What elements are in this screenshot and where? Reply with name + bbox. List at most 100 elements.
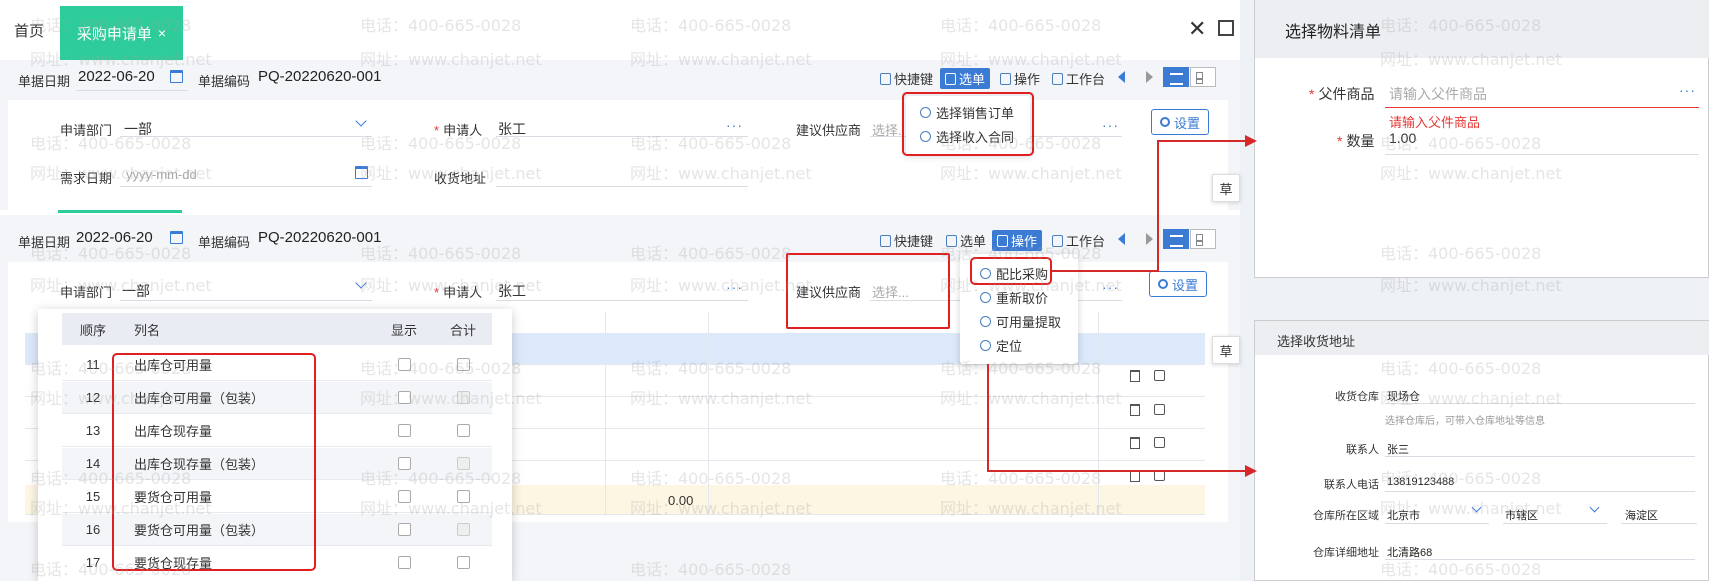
- toolbar-workbench[interactable]: 工作台: [1052, 69, 1105, 88]
- copy-icon[interactable]: [1154, 404, 1165, 415]
- date-value[interactable]: 2022-06-20: [76, 229, 153, 246]
- chevron-down-icon[interactable]: [1471, 502, 1482, 513]
- dept-value[interactable]: 一部: [122, 281, 150, 301]
- sum-checkbox[interactable]: [456, 555, 470, 569]
- trash-icon[interactable]: [1130, 370, 1140, 382]
- window-close-icon[interactable]: ✕: [1188, 16, 1206, 42]
- more-icon[interactable]: ···: [726, 117, 743, 133]
- show-checkbox[interactable]: [397, 523, 411, 536]
- applicant-label: * 申请人: [434, 285, 483, 300]
- column-row[interactable]: 16 要货仓可用量（包装）: [62, 514, 492, 546]
- gear-icon: [1159, 117, 1170, 127]
- workbench-icon: [1052, 234, 1063, 247]
- area-select[interactable]: 海淀区: [1625, 507, 1658, 523]
- parent-input[interactable]: 请输入父件商品: [1389, 84, 1487, 104]
- show-checkbox[interactable]: [397, 490, 411, 503]
- trash-icon[interactable]: [1130, 404, 1140, 416]
- toolbar-operation[interactable]: 操作: [992, 230, 1043, 251]
- show-checkbox[interactable]: [397, 424, 411, 437]
- menu-item-select-sales-order[interactable]: 选择销售订单: [920, 103, 1014, 122]
- next-arrow-icon[interactable]: [1146, 233, 1153, 245]
- menu-item-select-income-contract[interactable]: 选择收入合同: [920, 127, 1014, 146]
- column-row[interactable]: 15 要货仓可用量: [62, 481, 492, 513]
- region-label: 仓库所在区域: [1313, 510, 1379, 522]
- address-panel-header: 选择收货地址: [1255, 321, 1709, 355]
- column-row[interactable]: 14 出库仓现存量（包装）: [62, 448, 492, 480]
- detail-address-value[interactable]: 北清路68: [1387, 544, 1432, 560]
- calendar-icon[interactable]: [170, 70, 183, 83]
- fullscreen-icon[interactable]: [1218, 20, 1234, 36]
- menu-item-extract-available[interactable]: 可用量提取: [980, 312, 1061, 331]
- chevron-down-icon[interactable]: [1589, 502, 1600, 513]
- need-date-input[interactable]: yyyy-mm-dd: [126, 167, 197, 182]
- trash-icon[interactable]: [1130, 437, 1140, 449]
- need-date-label: 需求日期: [60, 171, 113, 186]
- more-icon[interactable]: ···: [1102, 117, 1119, 133]
- supplier-label: 建议供应商: [796, 285, 862, 300]
- warehouse-value[interactable]: 现场仓: [1387, 388, 1420, 404]
- sum-checkbox[interactable]: [456, 424, 470, 437]
- contact-value[interactable]: 张三: [1387, 441, 1409, 457]
- menu-item-ratio-purchase[interactable]: 配比采购: [980, 264, 1048, 283]
- applicant-value[interactable]: 张工: [498, 281, 526, 301]
- column-row[interactable]: 17 要货仓现存量: [62, 547, 492, 577]
- more-icon[interactable]: ···: [1102, 279, 1119, 295]
- draft-drawer-button[interactable]: 草: [1212, 174, 1240, 202]
- more-icon[interactable]: ···: [726, 279, 743, 295]
- tab-purchase-request[interactable]: 采购申请单 ×: [60, 6, 183, 60]
- sum-checkbox-disabled: [456, 457, 470, 470]
- sum-checkbox[interactable]: [456, 490, 470, 503]
- calendar-icon[interactable]: [170, 231, 183, 244]
- tab-bar: 首页 采购申请单 × ✕: [0, 0, 1240, 60]
- toolbar-operation[interactable]: 操作: [1000, 69, 1040, 88]
- material-list-panel: 选择物料清单 * 父件商品 请输入父件商品 ··· 请输入父件商品 * 数量 1.0…: [1254, 0, 1709, 278]
- keyboard-icon: [880, 234, 891, 247]
- supplier-label: 建议供应商: [796, 123, 862, 138]
- address-panel-title: 选择收货地址: [1277, 334, 1356, 349]
- card-view-icon[interactable]: [1190, 67, 1216, 87]
- upload-icon: [980, 316, 991, 327]
- list-view-icon[interactable]: [1163, 229, 1189, 249]
- toolbar-select-doc[interactable]: 选单: [946, 231, 986, 250]
- toolbar-workbench[interactable]: 工作台: [1052, 231, 1105, 250]
- row-actions: [1130, 437, 1165, 449]
- toolbar-shortcut[interactable]: 快捷键: [880, 69, 933, 88]
- show-checkbox[interactable]: [397, 457, 411, 470]
- select-doc-menu: 选择销售订单 选择收入合同: [906, 96, 1030, 154]
- next-arrow-icon[interactable]: [1146, 71, 1153, 83]
- city-select[interactable]: 北京市: [1387, 507, 1420, 523]
- parent-label: * 父件商品: [1309, 86, 1375, 102]
- tab-close-icon[interactable]: ×: [158, 25, 166, 41]
- toolbar-shortcut[interactable]: 快捷键: [880, 231, 933, 250]
- copy-icon[interactable]: [1154, 437, 1165, 448]
- menu-item-locate[interactable]: 定位: [980, 336, 1022, 355]
- show-checkbox[interactable]: [397, 555, 411, 569]
- copy-icon[interactable]: [1154, 370, 1165, 381]
- column-row[interactable]: 13 出库仓现存量: [62, 415, 492, 447]
- prev-arrow-icon[interactable]: [1118, 71, 1125, 83]
- select-doc-icon: [946, 234, 957, 247]
- qty-value[interactable]: 1.00: [1389, 130, 1416, 146]
- card-view-icon[interactable]: [1190, 229, 1216, 249]
- sum-checkbox[interactable]: [456, 358, 470, 371]
- settings-button[interactable]: 设置: [1151, 109, 1209, 135]
- phone-value[interactable]: 13819123488: [1387, 476, 1454, 488]
- list-view-icon[interactable]: [1163, 67, 1189, 87]
- supplier-input[interactable]: 选择...: [872, 282, 909, 301]
- date-value[interactable]: 2022-06-20: [78, 68, 155, 85]
- show-checkbox[interactable]: [397, 391, 411, 404]
- tab-home[interactable]: 首页: [14, 20, 44, 41]
- menu-item-reprice[interactable]: 重新取价: [980, 288, 1048, 307]
- toolbar-select-doc[interactable]: 选单: [940, 68, 991, 89]
- show-checkbox[interactable]: [397, 358, 411, 371]
- more-icon[interactable]: ···: [1679, 82, 1696, 98]
- main-panel: 首页 采购申请单 × ✕ 单据日期 2022-06-20 单据编码 PQ-202…: [0, 0, 1240, 581]
- calendar-icon[interactable]: [355, 166, 368, 179]
- column-row[interactable]: 11 出库仓可用量: [62, 349, 492, 381]
- column-row[interactable]: 12 出库仓可用量（包装）: [62, 382, 492, 414]
- gear-icon: [1157, 279, 1168, 289]
- draft-drawer-button[interactable]: 草: [1212, 336, 1240, 364]
- prev-arrow-icon[interactable]: [1118, 233, 1125, 245]
- settings-button[interactable]: 设置: [1149, 271, 1207, 297]
- district-select[interactable]: 市辖区: [1505, 507, 1538, 523]
